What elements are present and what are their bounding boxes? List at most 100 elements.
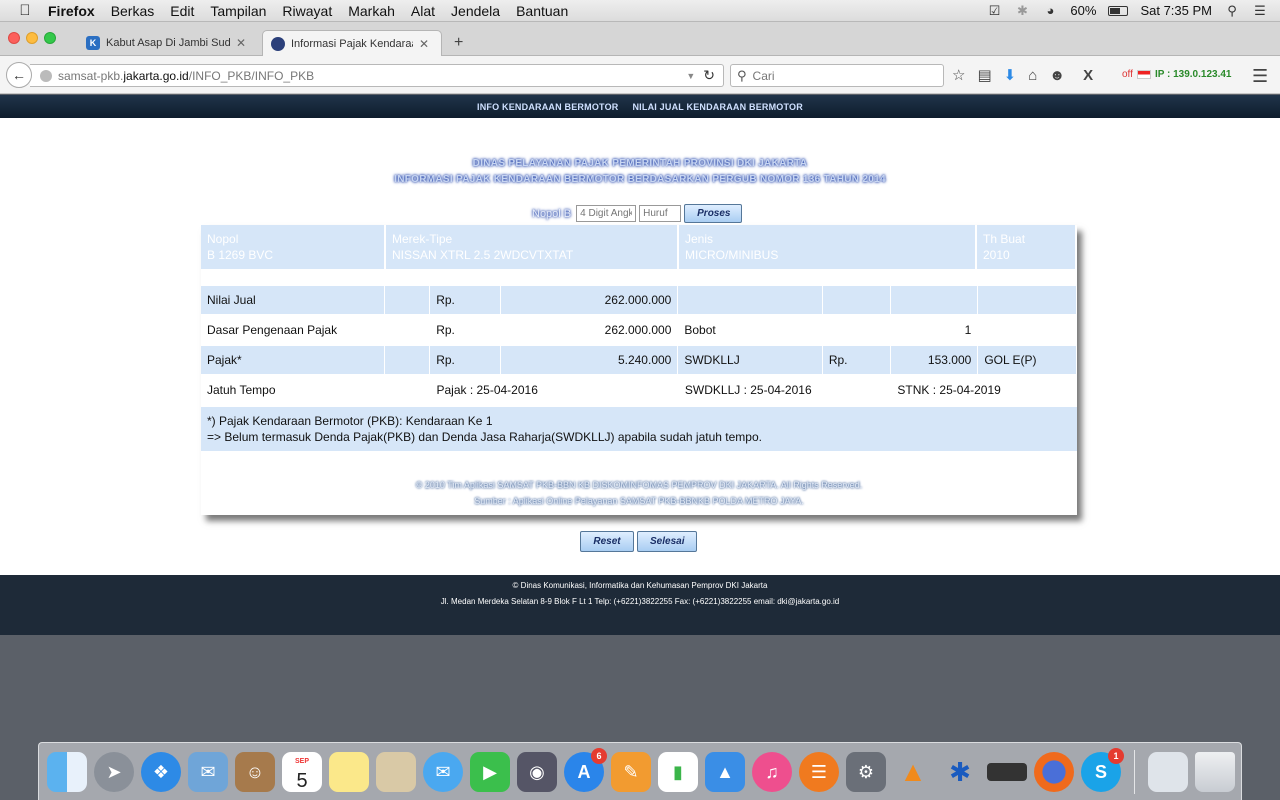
keynote-icon[interactable]: ▲ (705, 751, 745, 792)
battery-percent[interactable]: 60% (1070, 3, 1096, 18)
finder-icon[interactable] (47, 751, 87, 792)
search-input[interactable]: ⚲ Cari (730, 64, 944, 87)
spotlight-search-icon[interactable]: ⚲ (1224, 3, 1240, 19)
firefox-icon[interactable] (1034, 751, 1074, 792)
empty-cell (385, 346, 430, 374)
documents-stack-icon[interactable] (1148, 751, 1188, 792)
ip-indicator[interactable]: off IP : 139.0.123.41 (1122, 69, 1231, 80)
preview-icon[interactable] (376, 751, 416, 792)
tab-informasi-pajak[interactable]: Informasi Pajak Kendaraan ... ✕ (262, 30, 442, 56)
empty-cell (385, 286, 430, 314)
battery-icon[interactable] (1108, 5, 1129, 16)
empty-cell (890, 286, 978, 314)
numbers-icon[interactable]: ▮ (658, 751, 698, 792)
facetime-icon[interactable]: ▶ (470, 751, 510, 792)
checkbox-status-icon[interactable]: ☑ (986, 3, 1002, 19)
ibooks-icon[interactable]: ☰ (799, 751, 839, 792)
footer-line-2: Jl. Medan Merdeka Selatan 8-9 Blok F Lt … (440, 597, 840, 606)
usb-drive-icon[interactable] (987, 762, 1027, 781)
apple-icon[interactable]:  (16, 2, 34, 19)
reset-button[interactable]: Reset (580, 531, 634, 552)
download-icon[interactable]: ⬇ (1004, 66, 1017, 84)
back-button[interactable]: ← (6, 62, 32, 88)
zoom-window-button[interactable] (44, 32, 56, 44)
dasar-value: 262.000.000 (604, 323, 672, 337)
vlc-icon[interactable]: ▲ (893, 752, 933, 792)
pages-icon[interactable]: ✎ (611, 751, 651, 792)
dasar-currency: Rp. (436, 323, 455, 337)
nopol-label: Nopol B (532, 207, 572, 220)
heading-line-1: DINAS PELAYANAN PAJAK PEMERINTAH PROVINS… (472, 158, 808, 169)
app-store-icon[interactable]: A 6 (564, 747, 607, 792)
nav-nilai-jual[interactable]: NILAI JUAL KENDARAAN BERMOTOR (632, 102, 802, 112)
empty-cell (385, 316, 429, 344)
calendar-icon[interactable]: SEP 5 (282, 751, 322, 792)
minimize-window-button[interactable] (26, 32, 38, 44)
search-placeholder: Cari (752, 68, 775, 83)
menu-app-firefox[interactable]: Firefox (48, 3, 95, 19)
launchpad-icon[interactable]: ➤ (94, 751, 134, 792)
photo-booth-icon[interactable]: ◉ (517, 751, 557, 792)
menu-markah[interactable]: Markah (348, 3, 395, 19)
history-dropdown-icon[interactable]: ▼ (686, 71, 695, 81)
system-preferences-icon[interactable]: ⚙ (846, 751, 886, 792)
notes-icon[interactable] (329, 751, 369, 792)
menu-alat[interactable]: Alat (411, 3, 435, 19)
nopol-cell: Nopol B 1269 BVC (201, 225, 384, 269)
menu-bantuan[interactable]: Bantuan (516, 3, 568, 19)
menu-edit[interactable]: Edit (170, 3, 194, 19)
jatuh-tempo-label: Jatuh Tempo (207, 383, 276, 397)
navigation-bar: samsat-pkb. jakarta.go.id/INFO_PKB/INFO_P… (0, 56, 1280, 94)
status-area: ☑ ✱ ◕ 60% Sat 7:35 PM ⚲ ☰ (986, 3, 1268, 19)
menu-jendela[interactable]: Jendela (451, 3, 500, 19)
clock[interactable]: Sat 7:35 PM (1140, 3, 1212, 18)
nopol-value: B 1269 BVC (207, 248, 274, 262)
reload-icon[interactable]: ↻ (703, 67, 715, 84)
bluetooth-icon[interactable]: ✱ (1014, 3, 1030, 19)
url-bar[interactable]: samsat-pkb. jakarta.go.id/INFO_PKB/INFO_P… (30, 64, 724, 87)
trash-icon[interactable] (1195, 751, 1235, 792)
nopol-digit-input[interactable] (576, 205, 637, 222)
tab-strip: K Kabut Asap Di Jambi Sudah... ✕ Informa… (0, 22, 1280, 56)
menu-riwayat[interactable]: Riwayat (282, 3, 332, 19)
close-tab-icon[interactable]: ✕ (234, 36, 248, 50)
extension-x-icon[interactable]: X (1083, 67, 1093, 84)
hello-chat-icon[interactable]: ☻ (1049, 67, 1065, 84)
jatuh-tempo-pajak: Pajak : 25-04-2016 (436, 383, 538, 397)
menu-berkas[interactable]: Berkas (111, 3, 155, 19)
bluetooth-file-exchange-icon[interactable]: ✱ (940, 752, 980, 792)
nilai-jual-currency: Rp. (430, 286, 500, 314)
menu-hamburger-icon[interactable]: ☰ (1252, 66, 1268, 87)
toolbar-icons: ☆ ▤ ⬇ ⌂ ☻ X (952, 66, 1093, 85)
new-tab-icon[interactable]: + (454, 34, 463, 52)
table-row: Nilai Jual Rp. 262.000.000 (201, 285, 1077, 315)
safari-icon[interactable]: ❖ (141, 751, 181, 792)
close-window-button[interactable] (8, 32, 20, 44)
tab-kabut-asap[interactable]: K Kabut Asap Di Jambi Sudah... ✕ (78, 30, 258, 56)
swdkllj-value: 153.000 (890, 346, 978, 374)
messages-icon[interactable]: ✉ (423, 751, 463, 792)
skype-icon[interactable]: S 1 (1081, 747, 1124, 792)
mail-icon[interactable]: ✉ (188, 751, 228, 792)
proses-button[interactable]: Proses (684, 204, 743, 223)
menu-tampilan[interactable]: Tampilan (210, 3, 266, 19)
jenis-value: MICRO/MINIBUS (685, 248, 779, 262)
jenis-cell: Jenis MICRO/MINIBUS (679, 225, 975, 269)
selesai-button[interactable]: Selesai (637, 531, 697, 552)
nav-info-kendaraan[interactable]: INFO KENDARAAN BERMOTOR (477, 102, 618, 112)
wifi-icon[interactable]: ◕ (1042, 3, 1058, 18)
search-icon: ⚲ (737, 67, 747, 83)
indonesia-flag-icon (1136, 70, 1151, 79)
note-line-2: => Belum termasuk Denda Pajak(PKB) dan D… (207, 430, 762, 444)
globe-icon (40, 69, 52, 82)
nopol-huruf-input[interactable] (639, 205, 682, 222)
reading-list-icon[interactable]: ▤ (977, 66, 991, 84)
home-icon[interactable]: ⌂ (1028, 67, 1037, 84)
dock-separator (1134, 749, 1135, 794)
itunes-icon[interactable]: ♫ (752, 751, 792, 792)
notification-center-icon[interactable]: ☰ (1252, 3, 1268, 19)
bookmark-star-icon[interactable]: ☆ (952, 66, 965, 84)
close-tab-icon[interactable]: ✕ (417, 37, 431, 51)
contacts-icon[interactable]: ☺ (235, 751, 275, 792)
url-domain: jakarta.go.id (123, 68, 189, 83)
